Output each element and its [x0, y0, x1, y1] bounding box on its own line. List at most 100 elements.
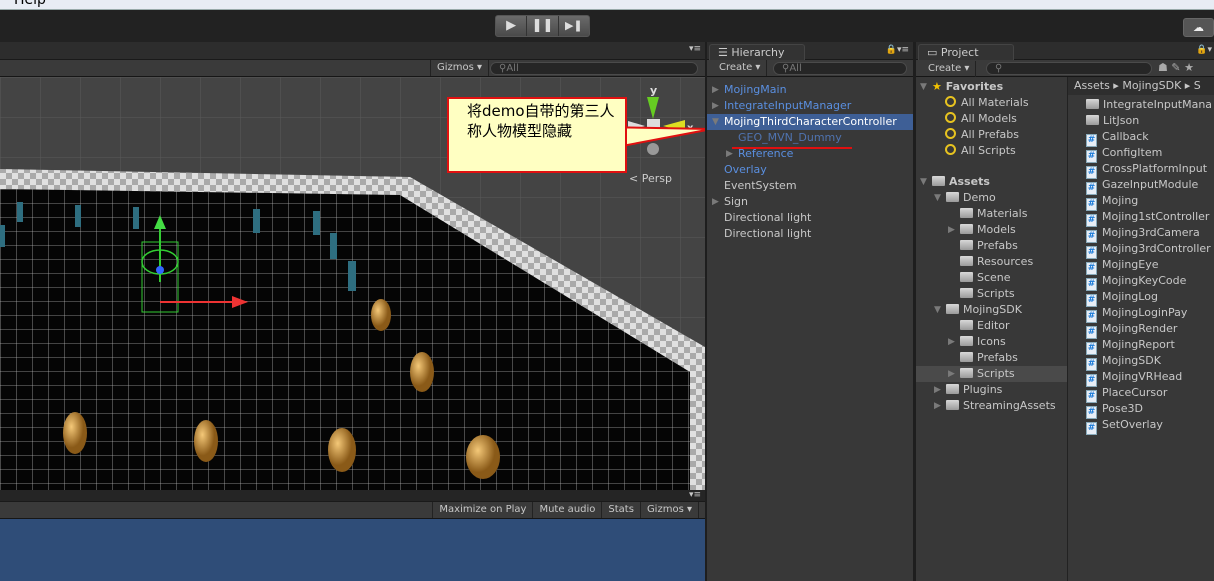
- collapsed-arrow-icon[interactable]: ▶: [948, 366, 955, 382]
- collapsed-arrow-icon[interactable]: ▶: [712, 98, 719, 114]
- favorite-item[interactable]: All Materials: [916, 95, 1029, 111]
- collapsed-arrow-icon[interactable]: ▶: [948, 334, 955, 350]
- hierarchy-item[interactable]: ▶ MojingMain: [707, 82, 913, 98]
- asset-item[interactable]: # SetOverlay: [1086, 417, 1163, 435]
- cloud-button[interactable]: ☁: [1183, 18, 1214, 37]
- folder-tree-item[interactable]: ▶ StreamingAssets: [916, 398, 1067, 414]
- asset-item[interactable]: # MojingKeyCode: [1086, 273, 1186, 291]
- hierarchy-item[interactable]: ▶ Sign: [707, 194, 913, 210]
- asset-item[interactable]: # PlaceCursor: [1086, 385, 1167, 403]
- asset-item[interactable]: # MojingSDK: [1086, 353, 1161, 371]
- hierarchy-item[interactable]: Directional light: [707, 226, 913, 242]
- collapsed-arrow-icon[interactable]: ▶: [712, 82, 719, 98]
- play-button[interactable]: ▶: [496, 16, 528, 36]
- folder-tree-item[interactable]: ▶ Icons: [916, 334, 1067, 350]
- expanded-arrow-icon[interactable]: ▼: [934, 302, 941, 318]
- asset-item[interactable]: # Mojing: [1086, 193, 1138, 211]
- asset-item[interactable]: # MojingEye: [1086, 257, 1159, 275]
- breadcrumb-item[interactable]: MojingSDK: [1122, 79, 1181, 92]
- main-toolbar: [0, 10, 1214, 42]
- hierarchy-search-input[interactable]: ⚲All: [773, 62, 907, 75]
- gizmos-dropdown[interactable]: Gizmos ▾: [430, 60, 490, 76]
- breadcrumb-item[interactable]: Assets: [1074, 79, 1110, 92]
- panel-menu-icon[interactable]: ▾≡: [689, 44, 701, 54]
- filter-type-icon[interactable]: ☗ ✎ ★: [1158, 61, 1194, 74]
- asset-item[interactable]: IntegrateInputMana: [1086, 97, 1212, 113]
- asset-item[interactable]: # CrossPlatformInput: [1086, 161, 1207, 179]
- collapsed-arrow-icon[interactable]: ▶: [712, 194, 719, 210]
- lock-icon[interactable]: 🔒▾≡: [886, 45, 909, 55]
- folder-tree-item[interactable]: ▼ Assets: [916, 174, 1067, 190]
- asset-item[interactable]: # MojingLog: [1086, 289, 1158, 307]
- folder-tree-item[interactable]: ▼ Demo: [916, 190, 1067, 206]
- gizmos-toggle[interactable]: Gizmos ▾: [641, 502, 699, 518]
- expanded-arrow-icon[interactable]: ▼: [934, 190, 941, 206]
- column-divider[interactable]: [1067, 77, 1068, 581]
- step-button[interactable]: ▶❚: [559, 16, 589, 36]
- folder-tree-item[interactable]: ▶ Models: [916, 222, 1067, 238]
- asset-item[interactable]: # Callback: [1086, 129, 1149, 147]
- folder-tree-item[interactable]: Prefabs: [916, 350, 1067, 366]
- mute-audio-toggle[interactable]: Mute audio: [533, 502, 603, 518]
- folder-icon: [960, 288, 973, 298]
- folder-icon: [960, 320, 973, 330]
- collapsed-arrow-icon[interactable]: ▶: [934, 398, 941, 414]
- hierarchy-item[interactable]: Directional light: [707, 210, 913, 226]
- hierarchy-item[interactable]: GEO_MVN_Dummy: [707, 130, 913, 146]
- asset-label: IntegrateInputMana: [1103, 98, 1213, 111]
- game-viewport[interactable]: [0, 519, 705, 581]
- collapsed-arrow-icon[interactable]: ▶: [948, 222, 955, 238]
- folder-label: Prefabs: [977, 239, 1018, 252]
- asset-item[interactable]: # MojingVRHead: [1086, 369, 1182, 387]
- pause-button[interactable]: ❚❚: [527, 16, 559, 36]
- lock-icon[interactable]: 🔒▾: [1196, 45, 1212, 55]
- folder-tree-item[interactable]: Materials: [916, 206, 1067, 222]
- favorite-item[interactable]: All Scripts: [916, 143, 1016, 159]
- folder-tree-item[interactable]: ▼ MojingSDK: [916, 302, 1067, 318]
- folder-tree-item[interactable]: Scene: [916, 270, 1067, 286]
- create-dropdown[interactable]: Create ▾: [922, 61, 977, 77]
- favorite-item[interactable]: All Models: [916, 111, 1017, 127]
- panel-menu-icon[interactable]: ▾≡: [689, 490, 701, 500]
- asset-item[interactable]: # Mojing3rdCamera: [1086, 225, 1200, 243]
- folder-tree-item[interactable]: ▶ Plugins: [916, 382, 1067, 398]
- asset-item[interactable]: # Pose3D: [1086, 401, 1143, 419]
- stats-toggle[interactable]: Stats: [602, 502, 641, 518]
- hierarchy-item[interactable]: ▶ IntegrateInputManager: [707, 98, 913, 114]
- axis-y-label: y: [650, 84, 657, 97]
- folder-icon: [960, 240, 973, 250]
- asset-item[interactable]: LitJson: [1086, 113, 1139, 129]
- asset-item[interactable]: # GazeInputModule: [1086, 177, 1198, 195]
- folder-tree-item[interactable]: Resources: [916, 254, 1067, 270]
- hierarchy-item[interactable]: Overlay: [707, 162, 913, 178]
- persp-label[interactable]: < Persp: [629, 172, 672, 185]
- asset-item[interactable]: # Mojing3rdController: [1086, 241, 1211, 259]
- asset-item[interactable]: # MojingLoginPay: [1086, 305, 1187, 323]
- tab-hierarchy[interactable]: ☰ Hierarchy: [709, 44, 805, 60]
- scene-search-input[interactable]: ⚲All: [490, 62, 698, 75]
- asset-item[interactable]: # MojingReport: [1086, 337, 1175, 355]
- collapsed-arrow-icon[interactable]: ▶: [934, 382, 941, 398]
- folder-tree-item[interactable]: Scripts: [916, 286, 1067, 302]
- asset-item[interactable]: # MojingRender: [1086, 321, 1177, 339]
- asset-item[interactable]: # ConfigItem: [1086, 145, 1162, 163]
- hierarchy-item[interactable]: EventSystem: [707, 178, 913, 194]
- breadcrumb-item[interactable]: S: [1194, 79, 1201, 92]
- expanded-arrow-icon[interactable]: ▼: [712, 114, 719, 130]
- expanded-arrow-icon[interactable]: ▼: [920, 79, 927, 95]
- folder-tree-item[interactable]: Prefabs: [916, 238, 1067, 254]
- asset-item[interactable]: # Mojing1stController: [1086, 209, 1209, 227]
- maximize-on-play-toggle[interactable]: Maximize on Play: [433, 502, 534, 518]
- favorite-item[interactable]: All Prefabs: [916, 127, 1019, 143]
- favorites-header[interactable]: ▼ ★ Favorites: [916, 79, 1003, 95]
- folder-tree-item[interactable]: Editor: [916, 318, 1067, 334]
- search-icon: [945, 112, 956, 123]
- tab-project[interactable]: ▭ Project: [918, 44, 1014, 60]
- expanded-arrow-icon[interactable]: ▼: [920, 174, 927, 190]
- folder-tree-item[interactable]: ▶ Scripts: [916, 366, 1067, 382]
- project-search-input[interactable]: ⚲: [986, 62, 1152, 75]
- hierarchy-item-label: Directional light: [724, 211, 812, 224]
- create-dropdown[interactable]: Create ▾: [713, 60, 768, 76]
- menu-help[interactable]: Help: [14, 0, 46, 8]
- hierarchy-item[interactable]: ▼ MojingThirdCharacterController: [707, 114, 913, 130]
